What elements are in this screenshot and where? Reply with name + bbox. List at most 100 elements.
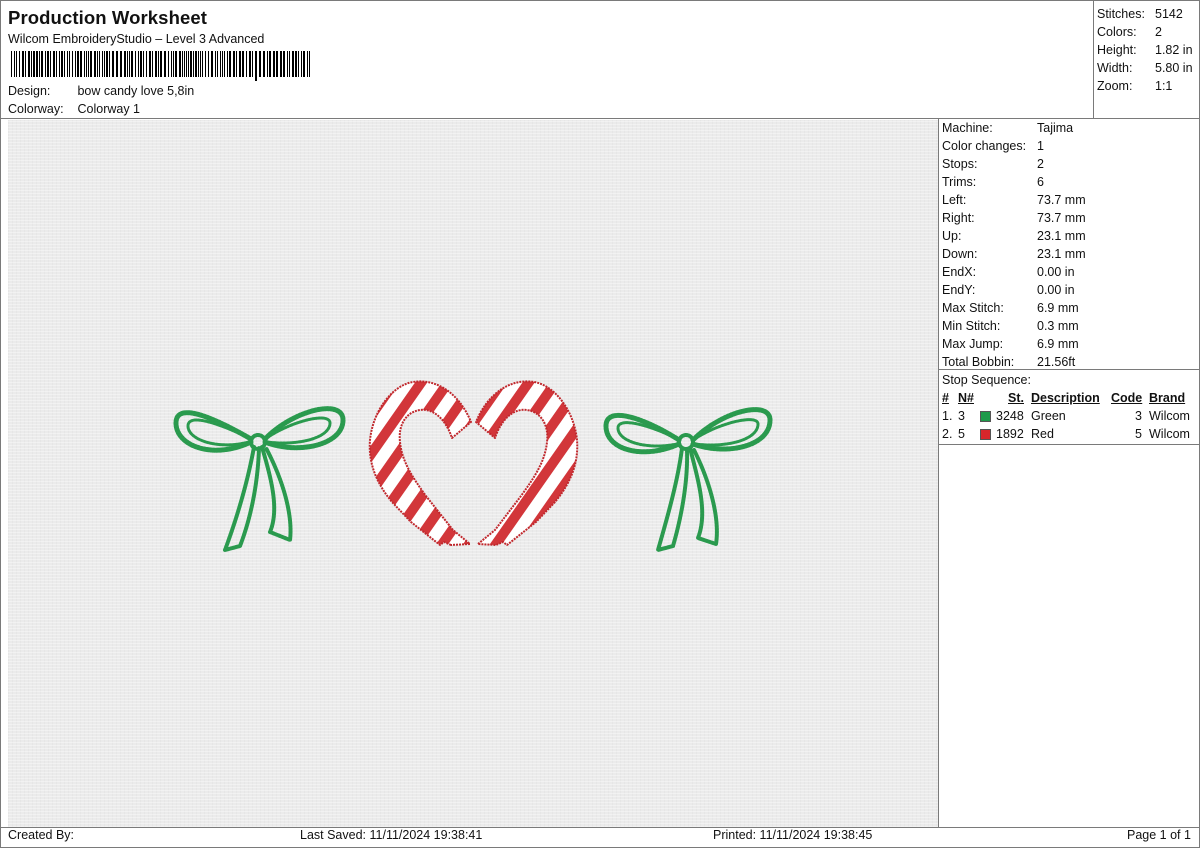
col-header-n: N# xyxy=(958,391,974,405)
endx-row: EndX: 0.00 in xyxy=(942,265,1075,279)
width-label: Width: xyxy=(1097,61,1133,75)
down-label: Down: xyxy=(942,247,978,261)
machine-value: Tajima xyxy=(1037,121,1074,135)
trims-label: Trims: xyxy=(942,175,977,189)
panel-divider xyxy=(938,119,939,827)
software-subtitle: Wilcom EmbroideryStudio – Level 3 Advanc… xyxy=(8,32,265,46)
max-stitch-value: 6.9 mm xyxy=(1037,301,1079,315)
stops-value: 2 xyxy=(1037,157,1044,171)
machine-row: Machine: Tajima xyxy=(942,121,1073,135)
max-jump-row: Max Jump: 6.9 mm xyxy=(942,337,1079,351)
header-divider xyxy=(1,118,1200,119)
colorway-label: Colorway: xyxy=(8,102,64,116)
design-label: Design: xyxy=(8,84,51,98)
right-bow-icon xyxy=(603,407,773,552)
production-worksheet: Production Worksheet Wilcom EmbroiderySt… xyxy=(0,0,1200,848)
row-stitches: 3248 xyxy=(996,409,1024,423)
design-value: bow candy love 5,8in xyxy=(77,84,195,98)
color-changes-row: Color changes: 1 xyxy=(942,139,1044,153)
max-stitch-row: Max Stitch: 6.9 mm xyxy=(942,301,1079,315)
stitches-label: Stitches: xyxy=(1097,7,1145,21)
down-row: Down: 23.1 mm xyxy=(942,247,1086,261)
height-row: Height: 1.82 in xyxy=(1097,43,1193,57)
zoom-label: Zoom: xyxy=(1097,79,1133,93)
worksheet-header: Production Worksheet Wilcom EmbroiderySt… xyxy=(1,1,1093,119)
min-stitch-value: 0.3 mm xyxy=(1037,319,1079,333)
row-num: 2. xyxy=(942,427,953,441)
left-row: Left: 73.7 mm xyxy=(942,193,1086,207)
col-header-brand: Brand xyxy=(1149,391,1186,405)
colors-value: 2 xyxy=(1155,25,1162,39)
height-value: 1.82 in xyxy=(1155,43,1193,57)
trims-row: Trims: 6 xyxy=(942,175,1044,189)
max-stitch-label: Max Stitch: xyxy=(942,301,1004,315)
endx-label: EndX: xyxy=(942,265,977,279)
row-needle: 3 xyxy=(958,409,965,423)
created-by: Created By: xyxy=(8,828,75,842)
min-stitch-label: Min Stitch: xyxy=(942,319,1001,333)
row-brand: Wilcom xyxy=(1149,427,1190,441)
row-stitches: 1892 xyxy=(996,427,1024,441)
left-bow-icon xyxy=(173,406,346,552)
color-swatch-green xyxy=(980,411,991,422)
colorway-row: Colorway: Colorway 1 xyxy=(8,102,140,116)
height-label: Height: xyxy=(1097,43,1137,57)
endy-value: 0.00 in xyxy=(1037,283,1075,297)
trims-value: 6 xyxy=(1037,175,1044,189)
stitches-value: 5142 xyxy=(1155,7,1183,21)
table-row: 2. 5 1892 Red 5 Wilcom xyxy=(939,427,1200,445)
color-changes-label: Color changes: xyxy=(942,139,1027,153)
left-label: Left: xyxy=(942,193,967,207)
colorway-value: Colorway 1 xyxy=(77,102,141,116)
total-bobbin-label: Total Bobbin: xyxy=(942,355,1015,369)
width-row: Width: 5.80 in xyxy=(1097,61,1193,75)
max-jump-value: 6.9 mm xyxy=(1037,337,1079,351)
stop-sequence-table: Stop Sequence: # N# St. Description Code… xyxy=(939,369,1200,445)
min-stitch-row: Min Stitch: 0.3 mm xyxy=(942,319,1079,333)
row-description: Green xyxy=(1031,409,1066,423)
col-header-st: St. xyxy=(1008,391,1024,405)
stops-label: Stops: xyxy=(942,157,978,171)
row-num: 1. xyxy=(942,409,953,423)
total-bobbin-row: Total Bobbin: 21.56ft xyxy=(942,355,1075,369)
stitches-row: Stitches: 5142 xyxy=(1097,7,1183,21)
col-header-num: # xyxy=(942,391,949,405)
up-label: Up: xyxy=(942,229,962,243)
left-value: 73.7 mm xyxy=(1037,193,1086,207)
colors-row: Colors: 2 xyxy=(1097,25,1162,39)
zoom-value: 1:1 xyxy=(1155,79,1173,93)
up-row: Up: 23.1 mm xyxy=(942,229,1086,243)
worksheet-footer: Created By: Last Saved: 11/11/2024 19:38… xyxy=(1,827,1200,848)
page-number: Page 1 of 1 xyxy=(1127,828,1191,842)
machine-label: Machine: xyxy=(942,121,993,135)
total-bobbin-value: 21.56ft xyxy=(1037,355,1076,369)
right-value: 73.7 mm xyxy=(1037,211,1086,225)
col-header-description: Description xyxy=(1031,391,1100,405)
right-row: Right: 73.7 mm xyxy=(942,211,1086,225)
table-row: 1. 3 3248 Green 3 Wilcom xyxy=(939,409,1200,427)
row-description: Red xyxy=(1031,427,1054,441)
color-swatch-red xyxy=(980,429,991,440)
color-changes-value: 1 xyxy=(1037,139,1044,153)
zoom-row: Zoom: 1:1 xyxy=(1097,79,1172,93)
col-header-code: Code xyxy=(1111,391,1143,405)
down-value: 23.1 mm xyxy=(1037,247,1086,261)
design-preview-canvas[interactable] xyxy=(8,120,938,827)
stops-row: Stops: 2 xyxy=(942,157,1044,171)
right-label: Right: xyxy=(942,211,975,225)
left-candy-cane-icon xyxy=(368,380,472,546)
row-code: 5 xyxy=(1135,427,1142,441)
right-candy-cane-icon xyxy=(475,380,579,546)
row-code: 3 xyxy=(1135,409,1142,423)
endy-row: EndY: 0.00 in xyxy=(942,283,1075,297)
page-title: Production Worksheet xyxy=(8,7,208,28)
up-value: 23.1 mm xyxy=(1037,229,1086,243)
stop-sequence-title: Stop Sequence: xyxy=(942,373,1031,387)
printed-date: Printed: 11/11/2024 19:38:45 xyxy=(713,828,873,842)
colors-label: Colors: xyxy=(1097,25,1137,39)
embroidery-design-preview xyxy=(173,380,773,552)
width-value: 5.80 in xyxy=(1155,61,1193,75)
barcode-image xyxy=(11,51,310,81)
last-saved: Last Saved: 11/11/2024 19:38:41 xyxy=(300,828,483,842)
endx-value: 0.00 in xyxy=(1037,265,1075,279)
